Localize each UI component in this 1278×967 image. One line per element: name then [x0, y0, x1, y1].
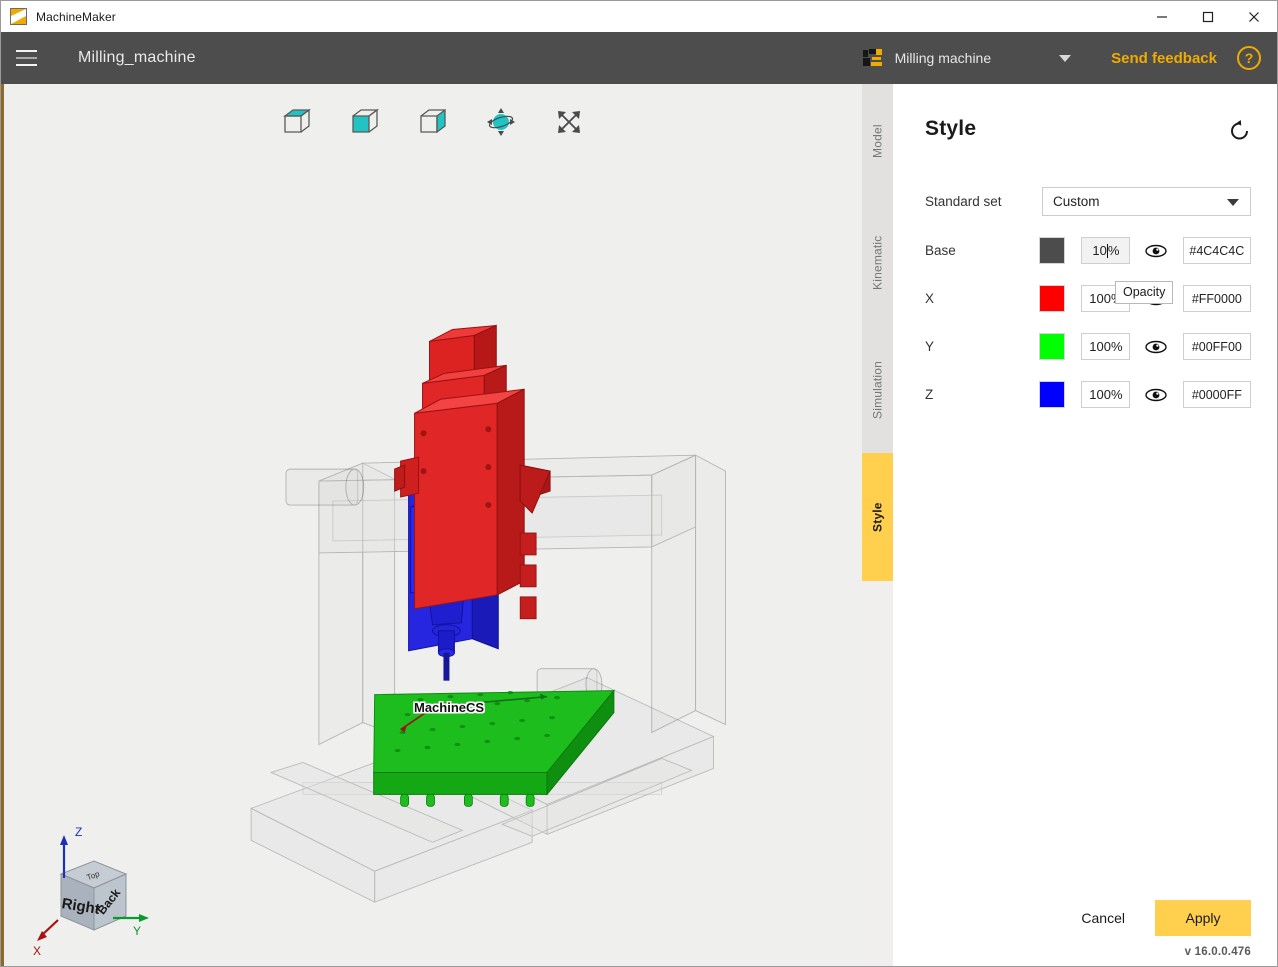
document-title: Milling_machine — [78, 49, 196, 66]
orbit-sphere-icon — [487, 108, 515, 136]
opacity-value: 100 — [1089, 291, 1111, 306]
visibility-toggle-z[interactable] — [1144, 382, 1168, 407]
style-row-label: Base — [925, 243, 956, 258]
standard-set-row: Standard set Custom — [925, 183, 1251, 220]
hex-input-x[interactable]: #FF0000 — [1182, 285, 1251, 312]
machine-component-icon — [862, 49, 883, 67]
close-button[interactable] — [1231, 1, 1277, 32]
minimize-button[interactable] — [1139, 1, 1185, 32]
close-icon — [1249, 11, 1259, 22]
machine-selector[interactable]: Milling machine — [857, 41, 1072, 75]
standard-set-select[interactable]: Custom — [1042, 187, 1251, 216]
standard-set-value: Custom — [1053, 194, 1100, 209]
cube-top-face-icon — [283, 108, 311, 133]
color-swatch-x[interactable] — [1039, 285, 1066, 312]
maximize-button[interactable] — [1185, 1, 1231, 32]
window-controls — [1139, 1, 1277, 32]
opacity-input-y[interactable]: 100% — [1081, 333, 1131, 360]
opacity-value: 100 — [1089, 339, 1111, 354]
view-front-button[interactable] — [349, 106, 381, 138]
navcube-axis-z: Z — [75, 825, 82, 839]
opacity-value: 100 — [1089, 387, 1111, 402]
maximize-icon — [1202, 11, 1214, 22]
expand-arrows-icon — [558, 111, 580, 133]
style-panel-header: Style — [893, 84, 1277, 142]
machine-selector-value: Milling machine — [894, 50, 992, 66]
hamburger-menu-icon[interactable] — [1, 32, 51, 84]
style-rows: Standard set Custom Base 10% #4C4C4C X 1… — [893, 142, 1277, 424]
apply-button[interactable]: Apply — [1155, 900, 1251, 936]
app-body: MachineCS Right Back Top Z Y X Model Kin… — [1, 84, 1277, 966]
orbit-rotate-button[interactable] — [485, 106, 517, 138]
chevron-down-icon — [1227, 199, 1239, 206]
color-swatch-base[interactable] — [1039, 237, 1066, 264]
color-swatch-y[interactable] — [1039, 333, 1066, 360]
visibility-toggle-y[interactable] — [1144, 334, 1168, 359]
cube-right-face-icon — [420, 108, 446, 134]
style-row-z: Z 100% #0000FF — [925, 376, 1251, 413]
style-row-label: Y — [925, 339, 935, 354]
tab-kinematic[interactable]: Kinematic — [862, 199, 893, 327]
hex-input-z[interactable]: #0000FF — [1182, 381, 1251, 408]
machine-cs-label: MachineCS — [414, 700, 485, 715]
eye-visible-icon — [1145, 340, 1168, 353]
app-title: MachineMaker — [36, 9, 116, 24]
version-label: v 16.0.0.476 — [1184, 946, 1251, 958]
fit-to-screen-button[interactable] — [553, 106, 585, 138]
hamburger-line — [15, 50, 37, 52]
opacity-suffix: % — [1107, 243, 1120, 258]
machinemaker-logo-icon — [10, 8, 27, 25]
visibility-toggle-base[interactable] — [1144, 238, 1168, 263]
hamburger-line — [15, 57, 37, 59]
axis-x-red — [394, 324, 551, 620]
panel-tab-rail: Model Kinematic Simulation Style — [862, 84, 893, 966]
tab-model[interactable]: Model — [862, 84, 893, 199]
opacity-suffix: % — [1110, 339, 1123, 354]
reset-rotate-icon — [1231, 120, 1248, 140]
app-header: Milling_machine Milling machine Send fee… — [1, 32, 1277, 84]
cube-front-face-icon — [352, 108, 379, 133]
tab-simulation[interactable]: Simulation — [862, 327, 893, 453]
navcube-axis-y: Y — [133, 924, 141, 938]
eye-visible-icon — [1145, 388, 1168, 401]
opacity-input-base[interactable]: 10% — [1081, 237, 1131, 264]
title-bar-left: MachineMaker — [1, 8, 116, 25]
opacity-suffix: % — [1110, 387, 1123, 402]
standard-set-label: Standard set — [925, 194, 1002, 209]
tab-style[interactable]: Style — [862, 453, 893, 581]
viewport-3d[interactable]: MachineCS Right Back Top Z Y X — [4, 84, 862, 966]
eye-visible-icon — [1145, 244, 1168, 257]
navigation-cube[interactable]: Right Back Top Z Y X — [18, 818, 168, 958]
style-row-y: Y 100% #00FF00 — [925, 328, 1251, 365]
style-row-base: Base 10% #4C4C4C — [925, 232, 1251, 269]
title-bar: MachineMaker — [1, 1, 1277, 32]
style-panel-footer: Cancel Apply v 16.0.0.476 — [893, 900, 1277, 966]
opacity-value: 10 — [1092, 243, 1107, 258]
panel-action-buttons: Cancel Apply — [925, 900, 1251, 936]
application-window: MachineMaker Milling_machine Milling mac… — [0, 0, 1278, 967]
chevron-down-icon — [1059, 54, 1072, 62]
opacity-input-z[interactable]: 100% — [1081, 381, 1131, 408]
style-row-label: X — [925, 291, 935, 306]
navcube-axis-x: X — [33, 944, 41, 958]
hex-input-base[interactable]: #4C4C4C — [1182, 237, 1251, 264]
reset-style-button[interactable] — [1229, 120, 1251, 142]
color-swatch-z[interactable] — [1039, 381, 1066, 408]
opacity-tooltip: Opacity — [1115, 281, 1174, 304]
hex-input-y[interactable]: #00FF00 — [1182, 333, 1251, 360]
hamburger-line — [15, 64, 37, 66]
style-row-x: X 100% #FF0000 — [925, 280, 1251, 317]
minimize-icon — [1157, 15, 1167, 18]
cancel-button[interactable]: Cancel — [1063, 900, 1143, 936]
view-top-button[interactable] — [281, 106, 313, 138]
page-title: Style — [925, 117, 977, 140]
style-row-label: Z — [925, 387, 934, 402]
send-feedback-link[interactable]: Send feedback — [1111, 50, 1217, 67]
help-button[interactable]: ? — [1237, 46, 1261, 70]
style-panel: Style Standard set Custom Base 10 % #4C4… — [893, 84, 1277, 966]
view-right-button[interactable] — [417, 106, 449, 138]
